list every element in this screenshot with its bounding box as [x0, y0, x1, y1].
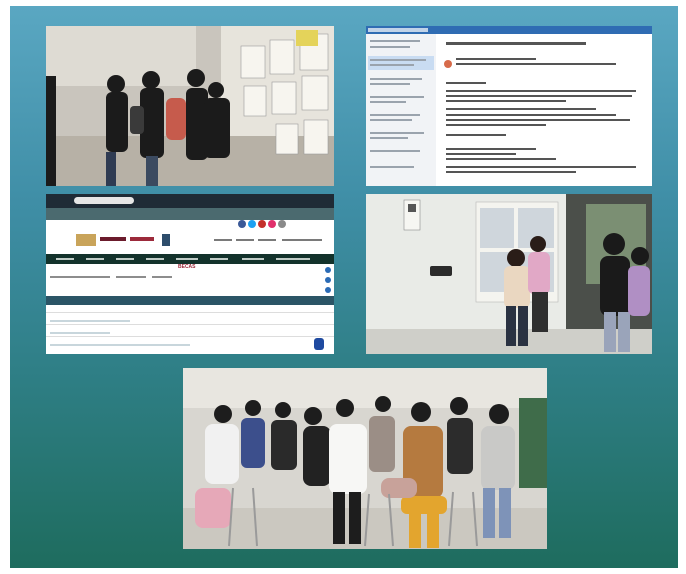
- photo-students-bulletin-board-image: [366, 194, 652, 354]
- photo-students-bulletin-board: [366, 194, 652, 354]
- photo-students-hallway-image: [46, 26, 334, 186]
- collage-background: BECAS: [10, 6, 678, 568]
- email-client-image: [366, 26, 652, 186]
- website-image: [46, 208, 334, 350]
- screenshot-education-website: BECAS: [46, 194, 334, 354]
- photo-students-hallway: [46, 26, 334, 186]
- screenshot-email-client: [366, 26, 652, 186]
- website-page-title: BECAS: [178, 264, 196, 270]
- photo-students-seated: [183, 368, 547, 549]
- photo-students-seated-image: [183, 368, 547, 549]
